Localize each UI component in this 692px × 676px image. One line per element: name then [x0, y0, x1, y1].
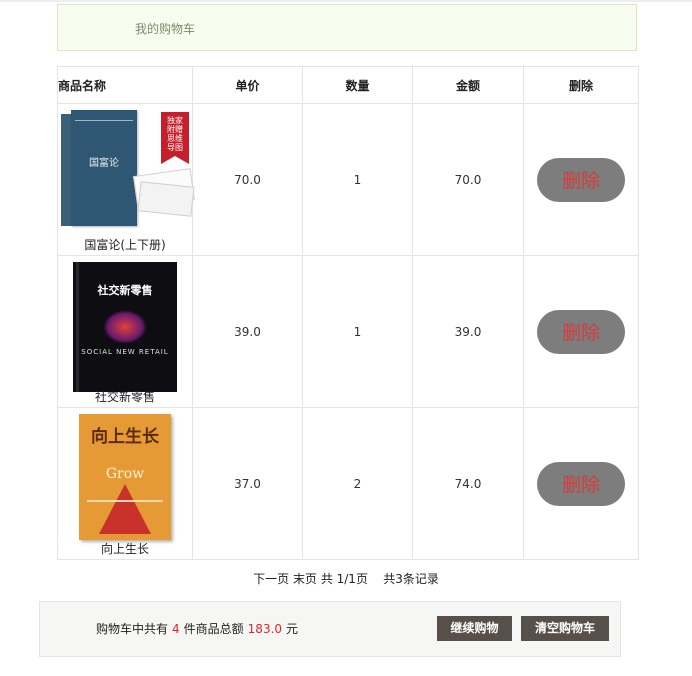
product-name[interactable]: 国富论(上下册) [58, 236, 192, 253]
table-row: 社交新零售 SOCIAL NEW RETAIL 社交新零售 39.0 1 39.… [57, 255, 639, 408]
amount: 70.0 [412, 103, 524, 256]
continue-shopping-button[interactable]: 继续购物 [437, 616, 512, 641]
quantity: 2 [302, 407, 413, 560]
col-header-name: 商品名称 [57, 66, 193, 104]
unit-price: 37.0 [192, 407, 303, 560]
quantity: 1 [302, 103, 413, 256]
next-page-link[interactable]: 下一页 [253, 572, 289, 586]
page-info: 共 1/1页 [320, 572, 368, 586]
table-header-row: 商品名称 单价 数量 金额 删除 [57, 66, 639, 104]
table-row: 国富论 独家附赠 思维导图 国富论(上下册) 70.0 1 70.0 删除 [57, 103, 639, 256]
product-name[interactable]: 向上生长 [58, 540, 192, 557]
cover-title: 社交新零售 [97, 284, 153, 297]
summary-prefix: 购物车中共有 [96, 622, 169, 636]
cover-title: 国富论 [89, 158, 119, 169]
last-page-link[interactable]: 末页 [293, 572, 317, 586]
amount: 39.0 [412, 255, 524, 408]
product-cell: 国富论 独家附赠 思维导图 国富论(上下册) [57, 103, 195, 256]
table-row: 向上生长 Grow 向上生长 37.0 2 74.0 删除 [57, 407, 639, 560]
cart-summary: 购物车中共有 4 件商品总额 183.0 元 继续购物 清空购物车 [39, 601, 621, 657]
amount: 74.0 [412, 407, 524, 560]
col-header-qty: 数量 [302, 66, 413, 104]
item-count: 4 [172, 622, 180, 636]
summary-middle: 件商品总额 [183, 622, 244, 636]
col-header-amount: 金额 [412, 66, 524, 104]
cart-table: 商品名称 单价 数量 金额 删除 国富论 独家附赠 思维导图 国富论(上下册) … [57, 66, 639, 560]
col-header-delete: 删除 [523, 66, 639, 104]
delete-cell: 删除 [523, 103, 639, 256]
cover-title: 向上生长 [91, 427, 159, 447]
delete-button[interactable]: 删除 [537, 461, 625, 506]
product-cell: 向上生长 Grow 向上生长 [57, 407, 193, 560]
total-amount: 183.0 [247, 622, 283, 636]
product-image[interactable]: 国富论 独家附赠 思维导图 [59, 110, 195, 234]
delete-button[interactable]: 删除 [537, 309, 625, 354]
product-image[interactable]: 向上生长 Grow [79, 414, 171, 540]
ribbon-text: 独家附赠 思维导图 [167, 116, 183, 152]
cover-subtitle: SOCIAL NEW RETAIL [81, 348, 169, 356]
cart-header: 我的购物车 [57, 4, 637, 51]
delete-cell: 删除 [523, 407, 639, 560]
product-name[interactable]: 社交新零售 [58, 388, 192, 405]
product-cell: 社交新零售 SOCIAL NEW RETAIL 社交新零售 [57, 255, 193, 408]
record-count: 共3条记录 [383, 572, 439, 586]
summary-text: 购物车中共有 4 件商品总额 183.0 元 [96, 620, 298, 637]
product-image[interactable]: 社交新零售 SOCIAL NEW RETAIL [73, 262, 177, 392]
col-header-price: 单价 [192, 66, 303, 104]
cover-subtitle: Grow [105, 466, 145, 482]
delete-cell: 删除 [523, 255, 639, 408]
quantity: 1 [302, 255, 413, 408]
page-title: 我的购物车 [135, 22, 196, 36]
unit-price: 70.0 [192, 103, 303, 256]
unit-price: 39.0 [192, 255, 303, 408]
pagination: 下一页 末页 共 1/1页 共3条记录 [0, 570, 692, 587]
clear-cart-button[interactable]: 清空购物车 [521, 616, 609, 641]
delete-button[interactable]: 删除 [537, 157, 625, 202]
top-divider [0, 0, 692, 2]
currency-unit: 元 [286, 622, 299, 636]
